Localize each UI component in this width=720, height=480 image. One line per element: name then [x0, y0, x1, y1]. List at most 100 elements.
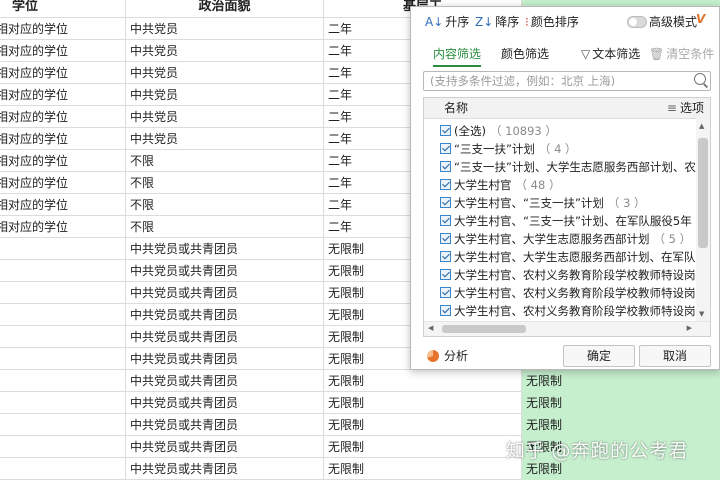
table-cell[interactable] [0, 304, 126, 326]
menu-lines-icon: ≡ [666, 101, 677, 115]
filter-list-item[interactable]: 大学生村官、大学生志愿服务西部计划、在军队服 [440, 248, 696, 266]
table-cell[interactable]: 不限 [126, 194, 324, 216]
table-cell[interactable]: 无限制 [324, 392, 522, 414]
table-cell[interactable]: 中共党员或共青团员 [126, 304, 324, 326]
text-filter-button[interactable]: ▽ 文本筛选 [581, 43, 640, 65]
scroll-down-icon[interactable]: ▼ [699, 310, 704, 318]
scroll-thumb[interactable] [698, 138, 708, 248]
table-cell[interactable]: 无限制 [324, 436, 522, 458]
vertical-scrollbar[interactable]: ▲ ▼ [696, 118, 710, 322]
table-cell[interactable] [0, 392, 126, 414]
checkbox-checked-icon[interactable] [440, 197, 451, 208]
checkbox-checked-icon[interactable] [440, 233, 451, 244]
table-cell[interactable]: 无限制 [522, 370, 720, 392]
ok-button[interactable]: 确定 [563, 345, 635, 367]
analyze-button[interactable]: 分析 [427, 347, 468, 365]
table-cell[interactable]: 中共党员 [126, 40, 324, 62]
table-cell[interactable]: 中共党员或共青团员 [126, 392, 324, 414]
checkbox-checked-icon[interactable] [440, 161, 451, 172]
filter-list-item[interactable]: 大学生村官、农村义务教育阶段学校教师特设岗位 [440, 284, 696, 302]
table-cell[interactable]: 相对应的学位 [0, 216, 126, 238]
sort-descending-button[interactable]: Z↓ 降序 [475, 13, 519, 31]
options-button[interactable]: ≡ 选项 [667, 98, 704, 118]
table-cell[interactable] [0, 370, 126, 392]
checkbox-checked-icon[interactable] [440, 143, 451, 154]
h-scroll-thumb[interactable] [442, 325, 526, 333]
filter-list-item[interactable]: (全选) （ 10893 ） [440, 122, 696, 140]
table-cell[interactable]: 中共党员或共青团员 [126, 238, 324, 260]
table-cell[interactable]: 中共党员或共青团员 [126, 370, 324, 392]
clear-conditions-button[interactable]: 🗑 清空条件 [649, 43, 714, 65]
scroll-up-icon[interactable]: ▲ [699, 122, 704, 130]
pie-chart-icon [427, 349, 439, 362]
table-cell[interactable]: 不限 [126, 150, 324, 172]
filter-list-item[interactable]: 大学生村官、农村义务教育阶段学校教师特设岗位 [440, 302, 696, 320]
filter-list-item[interactable]: “三支一扶”计划、大学生志愿服务西部计划、农 [440, 158, 696, 176]
table-cell[interactable]: 相对应的学位 [0, 128, 126, 150]
table-cell[interactable]: 相对应的学位 [0, 40, 126, 62]
table-cell[interactable]: 中共党员 [126, 62, 324, 84]
scroll-right-icon[interactable]: ▶ [687, 324, 692, 332]
table-cell[interactable]: 无限制 [324, 414, 522, 436]
table-cell[interactable]: 不限 [126, 216, 324, 238]
table-cell[interactable]: 无限制 [324, 458, 522, 480]
sort-ascending-button[interactable]: A↓ 升序 [425, 13, 469, 31]
filter-list-item[interactable]: 大学生村官（ 48 ） [440, 176, 696, 194]
table-cell[interactable]: 不限 [126, 172, 324, 194]
table-cell[interactable]: 无限制 [522, 414, 720, 436]
table-cell[interactable]: 中共党员 [126, 106, 324, 128]
column-header[interactable]: 政治面貌 [126, 0, 324, 18]
column-header[interactable]: 学位 [0, 0, 126, 18]
table-cell[interactable]: 中共党员或共青团员 [126, 436, 324, 458]
table-cell[interactable]: 中共党员 [126, 84, 324, 106]
table-cell[interactable]: 相对应的学位 [0, 84, 126, 106]
filter-list-item[interactable]: 大学生村官、大学生志愿服务西部计划（ 5 ） [440, 230, 696, 248]
table-cell[interactable]: 中共党员或共青团员 [126, 414, 324, 436]
filter-search-input[interactable]: (支持多条件过滤，例如：北京 上海) [423, 71, 711, 91]
tab-color-filter[interactable]: 颜色筛选 [501, 43, 549, 65]
filter-list-item[interactable]: “三支一扶”计划（ 4 ） [440, 140, 696, 158]
table-cell[interactable]: 中共党员或共青团员 [126, 282, 324, 304]
table-cell[interactable]: 相对应的学位 [0, 18, 126, 40]
table-cell[interactable]: 中共党员 [126, 18, 324, 40]
table-cell[interactable]: 相对应的学位 [0, 172, 126, 194]
checkbox-checked-icon[interactable] [440, 305, 451, 316]
table-cell[interactable] [0, 260, 126, 282]
tab-content-filter[interactable]: 内容筛选 [433, 43, 482, 67]
filter-item-label: 大学生村官、大学生志愿服务西部计划、在军队服 [454, 250, 696, 264]
filter-list-item[interactable]: 大学生村官、农村义务教育阶段学校教师特设岗位 [440, 266, 696, 284]
table-cell[interactable] [0, 414, 126, 436]
filter-list-item[interactable]: 大学生村官、“三支一扶”计划、在军队服役5年 [440, 212, 696, 230]
color-sort-button[interactable]: ⁝ 颜色排序 [525, 13, 579, 31]
table-cell[interactable] [0, 348, 126, 370]
table-cell[interactable]: 中共党员或共青团员 [126, 326, 324, 348]
checkbox-checked-icon[interactable] [440, 179, 451, 190]
cancel-button[interactable]: 取消 [639, 345, 711, 367]
table-cell[interactable]: 相对应的学位 [0, 194, 126, 216]
checkbox-checked-icon[interactable] [440, 287, 451, 298]
advanced-mode-toggle[interactable] [627, 16, 647, 28]
table-cell[interactable]: 中共党员 [126, 128, 324, 150]
table-cell[interactable] [0, 282, 126, 304]
checkbox-checked-icon[interactable] [440, 215, 451, 226]
table-cell[interactable]: 相对应的学位 [0, 62, 126, 84]
table-cell[interactable]: 中共党员或共青团员 [126, 458, 324, 480]
table-cell[interactable]: 相对应的学位 [0, 106, 126, 128]
checkbox-checked-icon[interactable] [440, 251, 451, 262]
table-cell[interactable]: 无限制 [324, 370, 522, 392]
checkbox-checked-icon[interactable] [440, 125, 451, 136]
table-cell[interactable]: 相对应的学位 [0, 150, 126, 172]
table-cell[interactable] [0, 238, 126, 260]
table-cell[interactable]: 中共党员或共青团员 [126, 260, 324, 282]
filter-value-list[interactable]: 名称 ≡ 选项 (全选) （ 10893 ） “三支一扶”计划（ 4 ） “三支一扶”计… [423, 97, 711, 337]
filter-item-count: （ 3 ） [607, 196, 646, 210]
table-cell[interactable] [0, 458, 126, 480]
table-cell[interactable] [0, 436, 126, 458]
scroll-left-icon[interactable]: ◀ [428, 324, 433, 332]
table-cell[interactable]: 中共党员或共青团员 [126, 348, 324, 370]
filter-list-item[interactable]: 大学生村官、“三支一扶”计划（ 3 ） [440, 194, 696, 212]
horizontal-scrollbar[interactable]: ◀ ▶ [424, 321, 710, 336]
checkbox-checked-icon[interactable] [440, 269, 451, 280]
table-cell[interactable] [0, 326, 126, 348]
table-cell[interactable]: 无限制 [522, 392, 720, 414]
